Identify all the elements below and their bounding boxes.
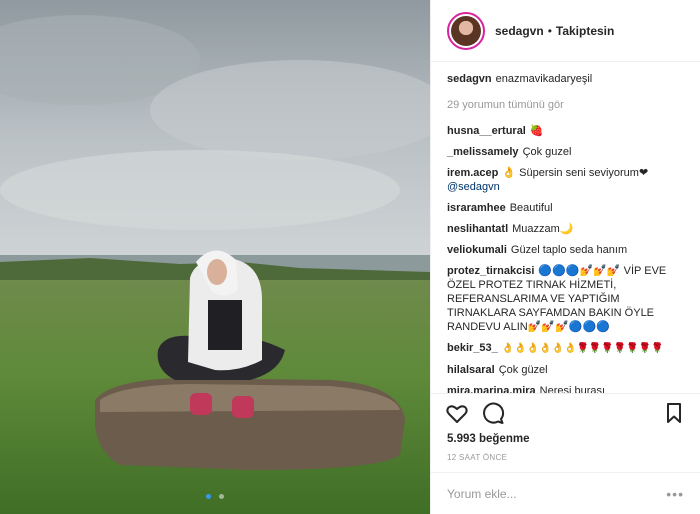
comment-username[interactable]: irem.acep bbox=[447, 167, 498, 179]
comment-item: irem.acep 👌 Süpersin seni seviyorum❤ @sed… bbox=[447, 166, 684, 194]
comment-text: 👌👌👌👌👌👌🌹🌹🌹🌹🌹🌹🌹 bbox=[501, 343, 664, 354]
instagram-post: sedagvn • Takiptesin sedagvn enazmavikada… bbox=[0, 0, 700, 514]
comment-text: Çok güzel bbox=[498, 364, 548, 376]
header-separator: • bbox=[547, 23, 552, 38]
comment-item: mira.marina.mira Neresi burası bbox=[447, 384, 684, 393]
comments-list: sedagvn enazmavikadaryeşil 29 yorumun tüm… bbox=[431, 62, 700, 393]
comment-text: 👌 Süpersin seni seviyorum❤ bbox=[502, 167, 649, 179]
comment-item: husna__ertural 🍓 bbox=[447, 124, 684, 138]
comment-item: bekir_53_ 👌👌👌👌👌👌🌹🌹🌹🌹🌹🌹🌹 bbox=[447, 341, 684, 356]
comment-text: Neresi burası bbox=[539, 385, 606, 393]
comment-username[interactable]: neslihantatl bbox=[447, 223, 508, 235]
more-options-icon[interactable]: ••• bbox=[666, 486, 684, 502]
post-header: sedagvn • Takiptesin bbox=[431, 0, 700, 62]
carousel-dot bbox=[219, 494, 225, 499]
comment-item: protez_tirnakcisi 🔵🔵🔵💅💅💅 VİP EVE ÖZEL PRO… bbox=[447, 264, 684, 334]
comment-username[interactable]: hilalsaral bbox=[447, 364, 495, 376]
heart-icon[interactable] bbox=[445, 401, 469, 425]
caption: sedagvn enazmavikadaryeşil bbox=[447, 72, 684, 86]
following-button[interactable]: Takiptesin bbox=[556, 24, 614, 38]
photo-scene bbox=[0, 0, 430, 514]
comment-username[interactable]: israramhee bbox=[447, 202, 506, 214]
comment-username[interactable]: husna__ertural bbox=[447, 125, 526, 137]
comment-item: israramhee Beautiful bbox=[447, 201, 684, 215]
view-all-comments-link[interactable]: 29 yorumun tümünü gör bbox=[447, 98, 684, 112]
post-photo[interactable] bbox=[0, 0, 430, 514]
header-username[interactable]: sedagvn bbox=[495, 24, 544, 38]
comment-input[interactable]: Yorum ekle... bbox=[447, 487, 666, 501]
comment-username[interactable]: protez_tirnakcisi bbox=[447, 265, 534, 277]
comment-text: Beautiful bbox=[509, 202, 553, 214]
comment-text: Güzel taplo seda hanım bbox=[510, 244, 628, 256]
like-count[interactable]: 5.993 beğenme bbox=[431, 433, 700, 445]
comment-mention[interactable]: @sedagvn bbox=[447, 181, 500, 193]
post-sidebar: sedagvn • Takiptesin sedagvn enazmavikada… bbox=[430, 0, 700, 514]
avatar[interactable] bbox=[447, 11, 485, 50]
comment-text: Çok guzel bbox=[522, 146, 572, 158]
comment-text: Muazzam🌙 bbox=[512, 223, 574, 235]
caption-username[interactable]: sedagvn bbox=[447, 73, 492, 85]
add-comment-bar: Yorum ekle... ••• bbox=[431, 472, 700, 514]
comment-username[interactable]: _melissamely bbox=[447, 146, 519, 158]
comment-username[interactable]: bekir_53_ bbox=[447, 342, 498, 354]
post-timestamp[interactable]: 12 SAAT ÖNCE bbox=[431, 445, 700, 472]
comment-item: hilalsaral Çok güzel bbox=[447, 363, 684, 377]
comment-item: neslihantatl Muazzam🌙 bbox=[447, 222, 684, 236]
carousel-dot-active bbox=[205, 494, 211, 499]
comment-item: _melissamely Çok guzel bbox=[447, 145, 684, 159]
comment-username[interactable]: mira.marina.mira bbox=[447, 385, 536, 393]
comment-icon[interactable] bbox=[481, 401, 505, 425]
comment-username[interactable]: veliokumali bbox=[447, 244, 507, 256]
comment-text: 🍓 bbox=[529, 125, 544, 137]
bookmark-icon[interactable] bbox=[662, 401, 686, 425]
caption-text: enazmavikadaryeşil bbox=[495, 73, 593, 85]
carousel-indicator bbox=[0, 486, 430, 504]
action-bar bbox=[431, 393, 700, 431]
comment-item: veliokumali Güzel taplo seda hanım bbox=[447, 243, 684, 257]
